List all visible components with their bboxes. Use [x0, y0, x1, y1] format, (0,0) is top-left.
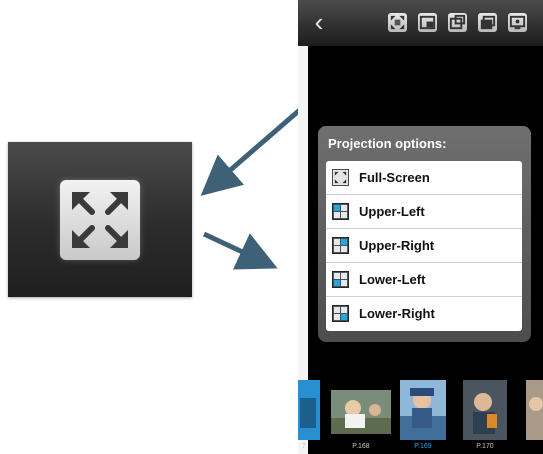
chevron-left-icon[interactable]: ‹ — [308, 8, 330, 36]
quadrant-upper-left-icon — [332, 203, 349, 220]
fullscreen-icon — [60, 180, 140, 260]
option-upper-right[interactable]: Upper-Right — [326, 229, 522, 263]
option-label: Lower-Left — [359, 272, 426, 287]
thumbnail[interactable] — [331, 390, 391, 434]
option-lower-left[interactable]: Lower-Left — [326, 263, 522, 297]
thumbnail-label: P.168 — [352, 443, 370, 450]
option-lower-right[interactable]: Lower-Right — [326, 297, 522, 331]
window-icon[interactable] — [448, 13, 467, 32]
option-label: Lower-Right — [359, 306, 435, 321]
arrow-to-popup — [202, 231, 278, 270]
phone-screen: ‹ Projection options: Full-Screen Upper-… — [298, 0, 543, 454]
toolbar: ‹ — [298, 0, 543, 47]
fullscreen-icon — [332, 169, 349, 186]
thumbnail[interactable] — [298, 380, 320, 440]
thumbnail-label: P.169 — [414, 443, 432, 450]
quadrant-lower-right-icon — [332, 305, 349, 322]
fullscreen-icon[interactable] — [388, 13, 407, 32]
quadrant-upper-right-icon — [332, 237, 349, 254]
quadrant-lower-left-icon — [332, 271, 349, 288]
picture-in-picture-icon[interactable] — [418, 13, 437, 32]
thumbnail-label: P.170 — [476, 443, 494, 450]
option-upper-left[interactable]: Upper-Left — [326, 195, 522, 229]
option-label: Upper-Right — [359, 238, 435, 253]
projector-icon[interactable] — [508, 13, 527, 32]
projection-options-list: Full-Screen Upper-Left Upper-Right Lower… — [326, 161, 522, 331]
thumbnail[interactable] — [526, 380, 543, 440]
option-label: Full-Screen — [359, 170, 430, 185]
popup-title: Projection options: — [328, 136, 447, 151]
projection-options-popup: Projection options: Full-Screen Upper-Le… — [318, 126, 531, 342]
thumbnail[interactable] — [463, 380, 507, 440]
option-full-screen[interactable]: Full-Screen — [326, 161, 522, 195]
thumbnail-label: 7 — [302, 443, 306, 450]
stack-icon[interactable] — [478, 13, 497, 32]
option-label: Upper-Left — [359, 204, 425, 219]
thumbnail[interactable] — [400, 380, 446, 440]
page-thumbnail-strip: 7 P.168 P.169 P.170 — [298, 372, 543, 454]
enlarged-icon-callout — [8, 142, 192, 297]
